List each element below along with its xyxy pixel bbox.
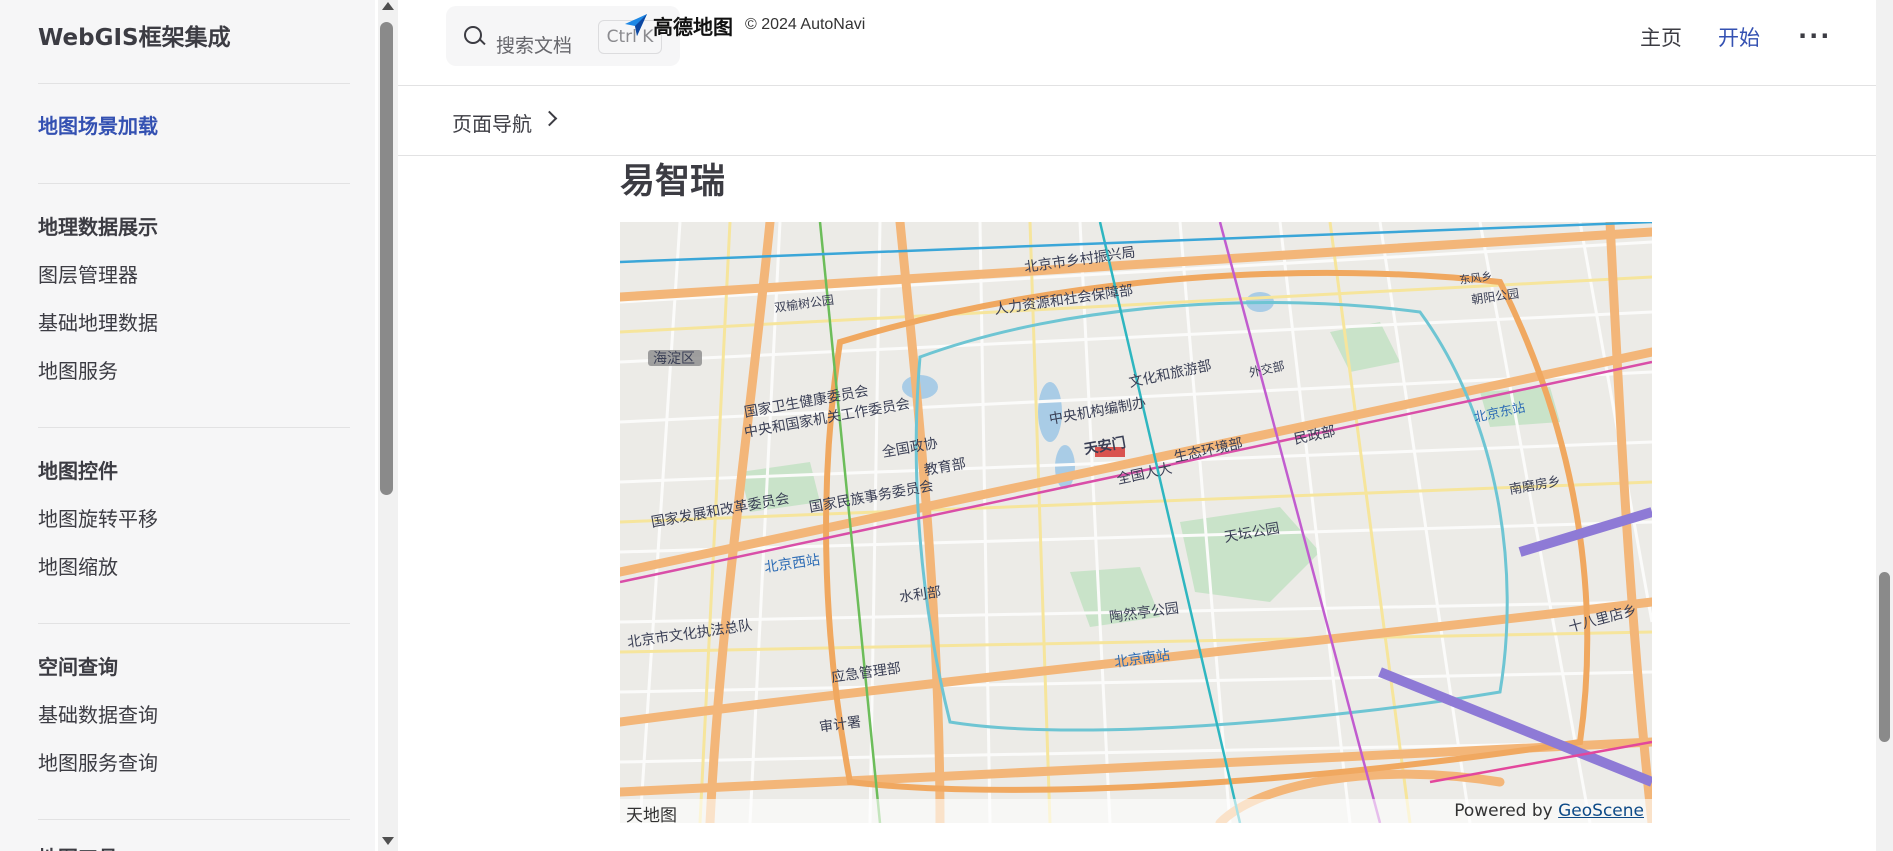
sidebar: WebGIS框架集成 地图场景加载 地理数据展示 图层管理器 基础地理数据 地图… [0,0,375,851]
scroll-down-icon[interactable] [382,837,394,845]
more-icon[interactable]: ··· [1798,22,1831,50]
amap-copyright: © 2024 AutoNavi [745,16,866,33]
scrollbar-thumb[interactable] [380,22,393,495]
page-navigation-bar: 页面导航 [398,86,1876,156]
nav-home-link[interactable]: 主页 [1640,22,1682,52]
top-navbar: 搜索文档 Ctrl K 高德地图 © 2024 AutoNavi 主页 开始 ·… [398,0,1876,86]
powered-by-text: Powered by [1454,801,1553,821]
sidebar-item-map-service[interactable]: 地图服务 [38,355,118,384]
chevron-right-icon[interactable] [541,110,558,127]
sidebar-scrollbar[interactable] [378,0,398,851]
amap-brand: 高德地图 [653,14,733,39]
divider [38,83,350,84]
page-navigation-toggle[interactable]: 页面导航 [452,108,532,137]
amap-attribution: 高德地图 © 2024 AutoNavi [623,10,865,40]
divider [38,427,350,428]
sidebar-group-map-controls: 地图控件 [38,459,118,483]
page-scrollbar-thumb[interactable] [1879,572,1890,742]
search-icon [464,26,482,44]
sidebar-item-basic-geo-data[interactable]: 基础地理数据 [38,307,158,336]
powered-by: Powered by GeoScene [1454,801,1644,821]
sidebar-item-rotate-pan[interactable]: 地图旋转平移 [38,503,158,532]
map-attribution-bar: 天地图 Powered by GeoScene [620,799,1652,823]
map-view[interactable]: 北京市乡村振兴局 人力资源和社会保障部 双榆树公园 朝阳公园 东风乡 国家卫生健… [620,222,1652,823]
sidebar-item-layer-manager[interactable]: 图层管理器 [38,259,138,288]
sidebar-item-service-query[interactable]: 地图服务查询 [38,747,158,776]
search-placeholder: 搜索文档 [496,35,573,57]
sidebar-item-map-scene[interactable]: 地图场景加载 [38,110,158,139]
page-scrollbar[interactable] [1876,0,1893,851]
divider [38,183,350,184]
sidebar-group-geo-data: 地理数据展示 [38,215,158,239]
sidebar-group-spatial-query: 空间查询 [38,655,118,679]
geoscene-link[interactable]: GeoScene [1558,801,1644,821]
nav-start-link[interactable]: 开始 [1718,22,1760,52]
sidebar-item-zoom[interactable]: 地图缩放 [38,551,118,580]
sidebar-group-map-tools: 地图工具 [38,842,118,851]
site-title[interactable]: WebGIS框架集成 [38,18,231,52]
divider [38,623,350,624]
page-title: 易智瑞 [620,162,726,202]
divider [38,819,350,820]
district-label: 海淀区 [653,351,695,367]
sidebar-item-basic-query[interactable]: 基础数据查询 [38,699,158,728]
amap-logo-icon [623,12,649,38]
scroll-up-icon[interactable] [382,2,394,10]
tianditu-attribution: 天地图 [626,806,677,823]
map-canvas[interactable]: 北京市乡村振兴局 人力资源和社会保障部 双榆树公园 朝阳公园 东风乡 国家卫生健… [620,222,1652,823]
